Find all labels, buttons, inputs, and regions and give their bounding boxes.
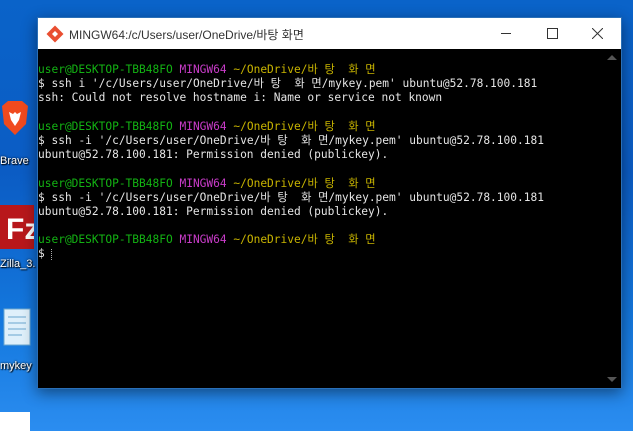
vertical-scrollbar[interactable] [603, 49, 621, 388]
prompt-shell: MINGW64 [179, 176, 227, 190]
prompt-user: user@DESKTOP-TBB48FO [38, 176, 173, 190]
command-line: $ ssh -i '/c/Users/user/OneDrive/바 탕 화 면… [38, 191, 603, 205]
desktop-icon-label: mykey [0, 360, 32, 372]
scroll-down-arrow-icon[interactable] [607, 377, 617, 382]
prompt-line: user@DESKTOP-TBB48FO MINGW64 ~/OneDrive/… [38, 120, 603, 134]
brave-lion-icon [2, 101, 28, 135]
prompt-path: ~/OneDrive/바 탕 화 면 [233, 233, 376, 247]
notepad-file-icon [3, 308, 31, 346]
desktop-file-icon[interactable] [0, 412, 30, 431]
window-title: MINGW64:/c/Users/user/OneDrive/바탕 화면 [69, 28, 304, 42]
prompt-symbol: $ [38, 190, 45, 204]
prompt-symbol: $ [38, 77, 45, 91]
terminal-window[interactable]: MINGW64:/c/Users/user/OneDrive/바탕 화면 use… [37, 17, 622, 389]
prompt-path: ~/OneDrive/바 탕 화 면 [233, 119, 376, 133]
command-text: ssh -i '/c/Users/user/OneDrive/바 탕 화 면/m… [51, 133, 544, 147]
command-line: $ ssh i '/c/Users/user/OneDrive/바 탕 화 면/… [38, 77, 603, 91]
maximize-button[interactable] [529, 18, 575, 49]
terminal-output[interactable]: user@DESKTOP-TBB48FO MINGW64 ~/OneDrive/… [38, 49, 603, 388]
prompt-shell: MINGW64 [179, 233, 227, 247]
command-text: ssh i '/c/Users/user/OneDrive/바 탕 화 면/my… [51, 77, 538, 91]
command-text: ssh -i '/c/Users/user/OneDrive/바 탕 화 면/m… [51, 190, 544, 204]
prompt-user: user@DESKTOP-TBB48FO [38, 119, 173, 133]
prompt-symbol: $ [38, 247, 45, 261]
prompt-path: ~/OneDrive/바 탕 화 면 [233, 63, 376, 76]
text-cursor [50, 248, 53, 260]
output-line: ubuntu@52.78.100.181: Permission denied … [38, 148, 389, 162]
title-bar[interactable]: MINGW64:/c/Users/user/OneDrive/바탕 화면 [38, 18, 621, 49]
close-icon [592, 28, 603, 39]
git-bash-icon [46, 25, 64, 43]
prompt-user: user@DESKTOP-TBB48FO [38, 233, 173, 247]
prompt-line: user@DESKTOP-TBB48FO MINGW64 ~/OneDrive/… [38, 177, 603, 191]
prompt-shell: MINGW64 [179, 63, 227, 76]
desktop-icon-label: Brave [0, 155, 29, 167]
command-line: $ ssh -i '/c/Users/user/OneDrive/바 탕 화 면… [38, 134, 603, 148]
filezilla-icon: Fz [0, 205, 34, 249]
prompt-path: ~/OneDrive/바 탕 화 면 [233, 176, 376, 190]
output-line: ssh: Could not resolve hostname i: Name … [38, 91, 443, 105]
close-button[interactable] [575, 18, 621, 49]
input-line[interactable]: $ [38, 247, 603, 261]
prompt-symbol: $ [38, 133, 45, 147]
scroll-up-arrow-icon[interactable] [607, 55, 617, 60]
desktop-icon-label: Zilla_3. [0, 258, 36, 270]
prompt-line: user@DESKTOP-TBB48FO MINGW64 ~/OneDrive/… [38, 63, 603, 77]
prompt-user: user@DESKTOP-TBB48FO [38, 63, 173, 76]
prompt-line: user@DESKTOP-TBB48FO MINGW64 ~/OneDrive/… [38, 233, 603, 247]
svg-text:Fz: Fz [6, 213, 34, 246]
minimize-button[interactable] [483, 18, 529, 49]
output-line: ubuntu@52.78.100.181: Permission denied … [38, 204, 389, 218]
prompt-shell: MINGW64 [179, 119, 227, 133]
